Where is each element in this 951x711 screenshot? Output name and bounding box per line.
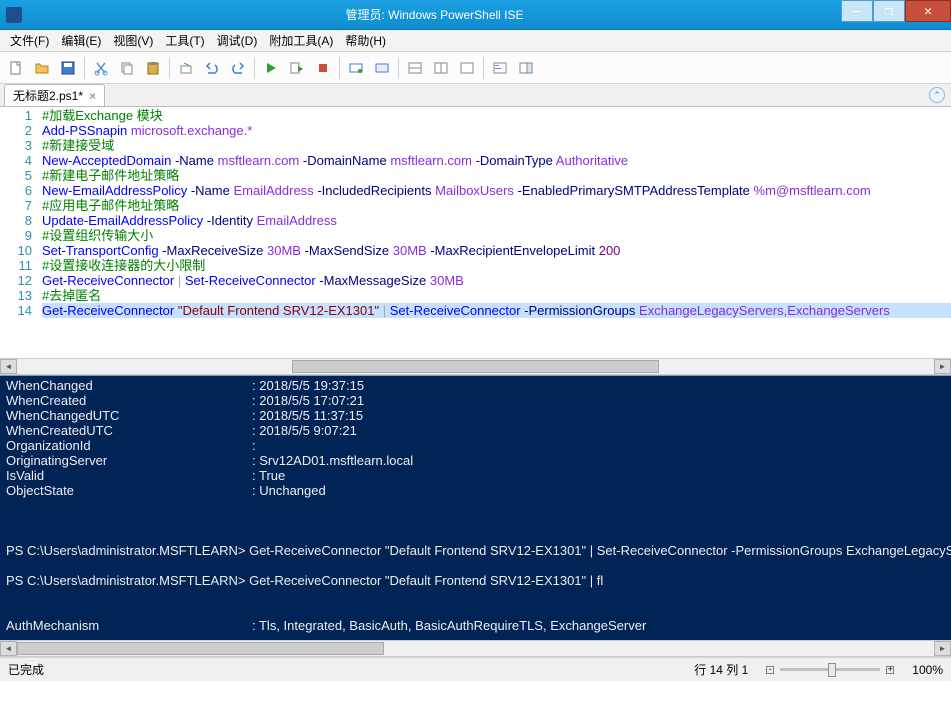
menu-view[interactable]: 视图(V) [107, 30, 159, 51]
collapse-script-icon[interactable]: ⌃ [929, 87, 945, 103]
copy-button[interactable] [115, 56, 139, 80]
menu-help[interactable]: 帮助(H) [339, 30, 392, 51]
scroll-left-icon[interactable]: ◄ [0, 359, 17, 374]
menu-tools[interactable]: 工具(T) [159, 30, 210, 51]
zoom-level: 100% [912, 663, 943, 677]
scroll-left-icon[interactable]: ◄ [0, 641, 17, 656]
run-button[interactable] [259, 56, 283, 80]
minimize-button[interactable]: — [841, 0, 873, 22]
zoom-out-icon[interactable]: - [766, 666, 774, 674]
zoom-slider[interactable] [780, 668, 880, 671]
layout1-button[interactable] [403, 56, 427, 80]
tab-close-icon[interactable]: × [89, 89, 96, 103]
toolbar [0, 52, 951, 84]
paste-button[interactable] [141, 56, 165, 80]
menu-addons[interactable]: 附加工具(A) [263, 30, 339, 51]
cut-button[interactable] [89, 56, 113, 80]
console-hscroll[interactable]: ◄ ► [0, 640, 951, 657]
show-command-button[interactable] [488, 56, 512, 80]
redo-button[interactable] [226, 56, 250, 80]
remote-tab-button[interactable] [370, 56, 394, 80]
save-button[interactable] [56, 56, 80, 80]
line-gutter: 1234567891011121314 [0, 107, 42, 358]
app-icon [6, 7, 22, 23]
run-selection-button[interactable] [285, 56, 309, 80]
show-addon-button[interactable] [514, 56, 538, 80]
editor-hscroll[interactable]: ◄ ► [0, 358, 951, 375]
close-button[interactable]: ✕ [905, 0, 951, 22]
menu-edit[interactable]: 编辑(E) [55, 30, 107, 51]
cursor-position: 行 14 列 1 [694, 661, 748, 678]
scroll-right-icon[interactable]: ► [934, 641, 951, 656]
remote-button[interactable] [344, 56, 368, 80]
code-area[interactable]: #加载Exchange 模块Add-PSSnapin microsoft.exc… [42, 107, 951, 358]
status-state: 已完成 [8, 661, 44, 678]
script-editor[interactable]: 1234567891011121314 #加载Exchange 模块Add-PS… [0, 107, 951, 358]
zoom-control[interactable]: - + [766, 666, 894, 674]
layout3-button[interactable] [455, 56, 479, 80]
console-pane[interactable]: WhenChanged: 2018/5/5 19:37:15WhenCreate… [0, 375, 951, 640]
new-button[interactable] [4, 56, 28, 80]
menubar: 文件(F) 编辑(E) 视图(V) 工具(T) 调试(D) 附加工具(A) 帮助… [0, 30, 951, 52]
layout2-button[interactable] [429, 56, 453, 80]
zoom-in-icon[interactable]: + [886, 666, 894, 674]
menu-debug[interactable]: 调试(D) [211, 30, 264, 51]
maximize-button[interactable]: ❐ [873, 0, 905, 22]
undo-button[interactable] [200, 56, 224, 80]
window-title: 管理员: Windows PowerShell ISE [28, 6, 841, 23]
stop-button[interactable] [311, 56, 335, 80]
menu-file[interactable]: 文件(F) [4, 30, 55, 51]
script-tab[interactable]: 无标题2.ps1* × [4, 84, 105, 106]
tabstrip: 无标题2.ps1* × ⌃ [0, 84, 951, 107]
titlebar: 管理员: Windows PowerShell ISE — ❐ ✕ [0, 0, 951, 30]
tab-label: 无标题2.ps1* [13, 87, 83, 104]
scroll-right-icon[interactable]: ► [934, 359, 951, 374]
statusbar: 已完成 行 14 列 1 - + 100% [0, 657, 951, 681]
open-button[interactable] [30, 56, 54, 80]
clear-button[interactable] [174, 56, 198, 80]
